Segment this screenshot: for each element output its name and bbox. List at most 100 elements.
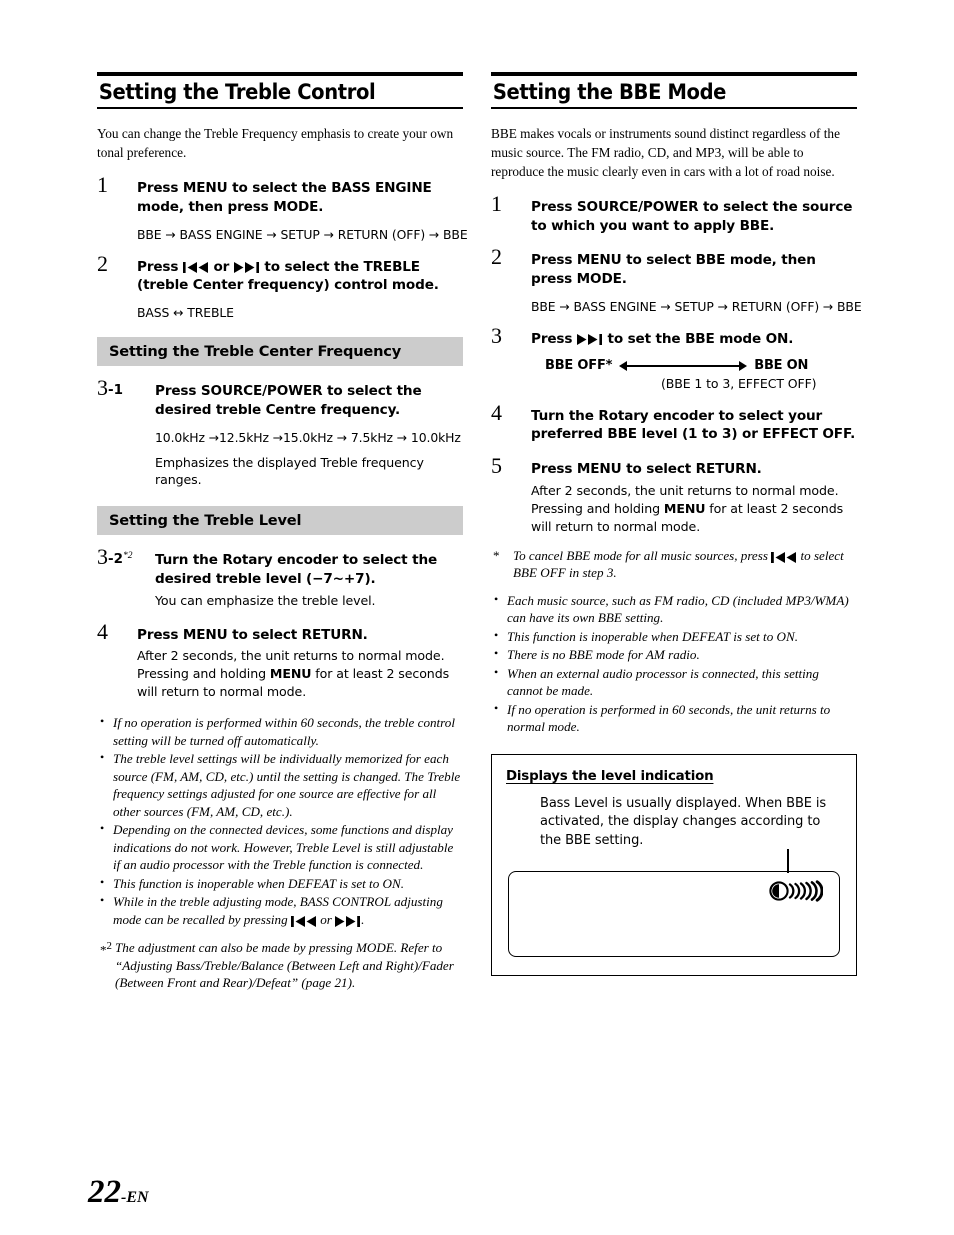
bbe-step-5-menu-key: MENU xyxy=(576,461,622,478)
step-1-menu-key: MENU xyxy=(182,180,228,196)
note-text: Each music source, such as FM radio, CD … xyxy=(507,592,849,626)
note-item: • Depending on the connected devices, som… xyxy=(97,821,463,874)
step-3-2-footnote-marker: *2 xyxy=(123,551,133,562)
step-number: 2 xyxy=(97,250,108,276)
step-3-1-frequency-flow: 10.0kHz →12.5kHz →15.0kHz → 7.5kHz → 10.… xyxy=(155,429,461,445)
treble-step-2: 2 Press or to select the TREBLE (treble … xyxy=(97,252,463,320)
note-text: The treble level settings will be indivi… xyxy=(113,751,461,819)
note-item: • This function is inoperable when DEFEAT… xyxy=(97,875,463,893)
step-number: 3-1 xyxy=(97,377,123,399)
step-4-body-menu-key: MENU xyxy=(269,666,312,682)
note-text: This function is inoperable when DEFEAT … xyxy=(507,628,798,644)
step-number: 1 xyxy=(491,190,502,216)
note-text: Depending on the connected devices, some… xyxy=(113,822,454,873)
bbe-step-4-text-a: Turn the xyxy=(531,407,599,424)
header-bottom-rule xyxy=(491,107,857,110)
note-item: • If no operation is performed within 60 … xyxy=(97,714,463,749)
bbe-levels-note: (BBE 1 to 3, EFFECT OFF) xyxy=(661,375,817,391)
treble-step-1: 1 Press MENU to select the BASS ENGINE m… xyxy=(97,174,468,242)
note-text-b: or xyxy=(316,911,336,927)
step-number: 1 xyxy=(97,172,108,197)
step-number: 3-2*2 xyxy=(97,546,133,568)
step-number: 4 xyxy=(97,618,108,644)
bbe-diagram-row: BBE OFF* BBE ON xyxy=(545,358,857,373)
level-indication-text: Bass Level is usually displayed. When BB… xyxy=(540,795,827,848)
step-1-text-a: Press xyxy=(137,180,183,196)
footnote-2: *2 The adjustment can also be made by pr… xyxy=(97,939,463,992)
next-track-icon xyxy=(233,262,260,276)
step-3-2-rotary-encoder: Rotary encoder xyxy=(222,552,338,569)
bbe-step-1-source-power-key: SOURCE/POWER xyxy=(576,198,699,215)
step-number: 5 xyxy=(491,453,502,479)
step-2-mode-flow: BASS ↔ TREBLE xyxy=(137,305,234,320)
bbe-step-2-title: Press MENU to select BBE mode, then pres… xyxy=(531,251,857,289)
bbe-step-5-body-a: Pressing and holding xyxy=(531,500,664,516)
bullet-icon: • xyxy=(494,700,499,715)
step-3-2-minor: -2 xyxy=(108,551,123,568)
note-text: If no operation is performed in 60 secon… xyxy=(507,701,831,735)
note-item: • This function is inoperable when DEFEAT… xyxy=(491,628,857,646)
treble-step-3-2: 3-2*2 Turn the Rotary encoder to select … xyxy=(97,546,463,609)
note-item: • If no operation is performed in 60 seco… xyxy=(491,701,857,736)
bbe-step-3: 3 Press to set the BBE mode ON. BBE OFF*… xyxy=(491,324,857,391)
bbe-step-4-title: Turn the Rotary encoder to select your p… xyxy=(531,407,857,445)
footnote-2-mode-key: MODE xyxy=(356,940,394,956)
bbe-step-1-title: Press SOURCE/POWER to select the source … xyxy=(531,198,857,236)
treble-step-4: 4 Press MENU to select RETURN. After 2 s… xyxy=(97,620,463,701)
bbe-step-2-menu-flow: BBE → BASS ENGINE → SETUP → RETURN (OFF)… xyxy=(531,298,862,314)
section-title-treble: Setting the Treble Control xyxy=(98,80,376,104)
bbe-step-5-title: Press MENU to select RETURN. xyxy=(531,460,857,479)
band-treble-center-frequency: Setting the Treble Center Frequency xyxy=(97,337,463,366)
note-text-c: . xyxy=(361,911,365,927)
note-item-with-glyphs: • While in the treble adjusting mode, BAS… xyxy=(97,893,463,928)
step-number: 2 xyxy=(491,244,502,270)
treble-intro-paragraph: You can change the Treble Frequency emph… xyxy=(97,126,454,161)
level-indication-title: Displays the level indication xyxy=(506,768,714,784)
bbe-on-label: BBE ON xyxy=(754,357,809,373)
prev-track-icon xyxy=(771,550,797,563)
section-title-bbe: Setting the BBE Mode xyxy=(492,80,727,104)
bbe-step-5-text-c: to select RETURN. xyxy=(621,461,762,478)
bbe-step-4: 4 Turn the Rotary encoder to select your… xyxy=(491,401,857,445)
step-3-1-title: Press SOURCE/POWER to select the desired… xyxy=(155,382,463,420)
bbe-step-4-rotary-encoder: Rotary encoder xyxy=(598,407,714,424)
step-number: 4 xyxy=(491,399,502,425)
step-1-text-e: . xyxy=(318,198,324,215)
step-4-text-c: to select RETURN. xyxy=(227,626,368,643)
step-4-body-line-1: After 2 seconds, the unit returns to nor… xyxy=(137,648,445,664)
step-2-text-a: Press xyxy=(137,258,183,275)
footnote-marker: * xyxy=(493,547,500,563)
folio-suffix: -EN xyxy=(121,1189,149,1206)
step-3-1-major: 3 xyxy=(97,375,108,400)
bbe-footnote-star: * To cancel BBE mode for all music source… xyxy=(491,547,857,582)
bullet-icon: • xyxy=(100,714,105,728)
step-3-2-text-a: Turn the xyxy=(155,552,223,569)
step-4-title: Press MENU to select RETURN. xyxy=(137,626,463,645)
step-3-2-major: 3 xyxy=(97,544,108,570)
prev-track-icon xyxy=(182,262,209,276)
next-track-icon xyxy=(576,334,603,348)
bbe-footnote-text-a: To cancel BBE mode for all music sources… xyxy=(513,547,772,563)
page-folio: 22-EN xyxy=(88,1174,149,1211)
left-column: Setting the Treble Control You can chang… xyxy=(97,72,468,1003)
step-4-menu-key: MENU xyxy=(182,626,228,643)
bullet-icon: • xyxy=(494,627,499,642)
step-1-mode-key: MODE xyxy=(273,198,319,215)
bullet-icon: • xyxy=(100,750,105,765)
lcd-panel xyxy=(508,871,840,958)
treble-notes-list: • If no operation is performed within 60 … xyxy=(97,714,463,928)
bullet-icon: • xyxy=(494,664,499,679)
note-item: • There is no BBE mode for AM radio. xyxy=(491,646,857,664)
bbe-intro-paragraph: BBE makes vocals or instruments sound di… xyxy=(491,126,840,179)
header-bottom-rule xyxy=(97,107,463,110)
step-number: 3 xyxy=(491,322,502,348)
bbe-sound-wave-icon xyxy=(769,880,824,902)
double-arrow-icon xyxy=(619,359,748,371)
bbe-step-3-title: Press to set the BBE mode ON. xyxy=(531,330,857,349)
bullet-icon: • xyxy=(494,646,499,661)
bullet-icon: • xyxy=(494,591,499,606)
arrow-head-right xyxy=(739,360,748,371)
step-2-text-b: or xyxy=(208,258,234,275)
lcd-illustration xyxy=(506,849,842,959)
footnote-marker-number: 2 xyxy=(106,940,112,953)
